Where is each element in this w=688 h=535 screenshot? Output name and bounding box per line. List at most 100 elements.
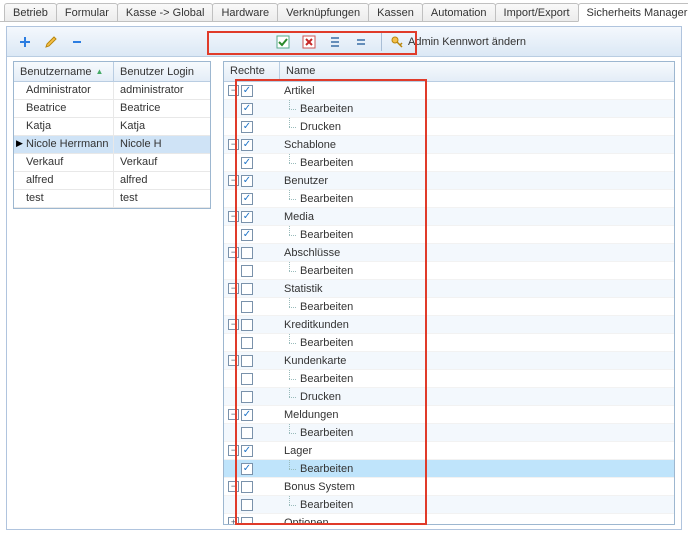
tree-row[interactable]: Drucken	[224, 388, 674, 406]
tree-row[interactable]: − Schablone	[224, 136, 674, 154]
tree-row[interactable]: Bearbeiten	[224, 262, 674, 280]
col-header-rights-label: Rechte	[230, 65, 265, 77]
tree-node-label: Bearbeiten	[300, 373, 353, 385]
tree-node-label: Abschlüsse	[284, 247, 340, 259]
tree-row[interactable]: −Kundenkarte	[224, 352, 674, 370]
tree-row[interactable]: Bearbeiten	[224, 496, 674, 514]
collapse-toggle[interactable]: −	[228, 139, 239, 150]
rights-checkbox[interactable]	[241, 373, 253, 385]
rights-checkbox[interactable]	[241, 319, 253, 331]
expand-toggle[interactable]: +	[228, 517, 239, 525]
rights-checkbox[interactable]	[241, 175, 253, 187]
rights-checkbox[interactable]	[241, 103, 253, 115]
collapse-toggle[interactable]: −	[228, 481, 239, 492]
collapse-toggle[interactable]: −	[228, 319, 239, 330]
rights-checkbox[interactable]	[241, 517, 253, 526]
tree-row[interactable]: Bearbeiten	[224, 226, 674, 244]
rights-checkbox[interactable]	[241, 445, 253, 457]
rights-checkbox[interactable]	[241, 463, 253, 475]
collapse-toggle[interactable]: −	[228, 409, 239, 420]
user-row[interactable]: VerkaufVerkauf	[14, 154, 210, 172]
add-button[interactable]	[15, 32, 35, 52]
rights-checkbox[interactable]	[241, 481, 253, 493]
rights-checkbox[interactable]	[241, 139, 253, 151]
tab-sicherheits-manager[interactable]: Sicherheits Manager	[578, 3, 688, 22]
user-list-pane: Benutzername ▲ Benutzer Login Administra…	[7, 57, 215, 529]
tree-node-label: Schablone	[284, 139, 336, 151]
user-row[interactable]: alfredalfred	[14, 172, 210, 190]
tab-kasse-global[interactable]: Kasse -> Global	[117, 3, 214, 21]
tree-row[interactable]: −Media	[224, 208, 674, 226]
collapse-toggle[interactable]: −	[228, 175, 239, 186]
remove-button[interactable]	[67, 32, 87, 52]
tab-strip: BetriebFormularKasse -> GlobalHardwareVe…	[0, 0, 688, 22]
user-row[interactable]: Administratoradministrator	[14, 82, 210, 100]
tab-verkn-pfungen[interactable]: Verknüpfungen	[277, 3, 369, 21]
rights-checkbox[interactable]	[241, 355, 253, 367]
col-header-username[interactable]: Benutzername ▲	[14, 62, 114, 81]
tree-row[interactable]: Bearbeiten	[224, 100, 674, 118]
rights-checkbox[interactable]	[241, 211, 253, 223]
collapse-toggle[interactable]: −	[228, 211, 239, 222]
collapse-all-button[interactable]	[351, 32, 371, 52]
tree-row[interactable]: − Abschlüsse	[224, 244, 674, 262]
tab-hardware[interactable]: Hardware	[212, 3, 278, 21]
edit-button[interactable]	[41, 32, 61, 52]
rights-checkbox[interactable]	[241, 283, 253, 295]
tree-row[interactable]: Bearbeiten	[224, 154, 674, 172]
collapse-toggle[interactable]: −	[228, 355, 239, 366]
user-row[interactable]: KatjaKatja	[14, 118, 210, 136]
rights-checkbox[interactable]	[241, 301, 253, 313]
uncheck-all-button[interactable]	[299, 32, 319, 52]
tree-row[interactable]: −Meldungen	[224, 406, 674, 424]
rights-checkbox[interactable]	[241, 409, 253, 421]
rights-checkbox[interactable]	[241, 193, 253, 205]
rights-checkbox[interactable]	[241, 157, 253, 169]
user-row[interactable]: testtest	[14, 190, 210, 208]
rights-checkbox[interactable]	[241, 427, 253, 439]
collapse-toggle[interactable]: −	[228, 445, 239, 456]
rights-checkbox[interactable]	[241, 337, 253, 349]
rights-checkbox[interactable]	[241, 85, 253, 97]
tree-row[interactable]: −Kreditkunden	[224, 316, 674, 334]
tree-row[interactable]: Bearbeiten	[224, 334, 674, 352]
tree-row[interactable]: Bearbeiten	[224, 460, 674, 478]
rights-checkbox[interactable]	[241, 121, 253, 133]
tab-automation[interactable]: Automation	[422, 3, 496, 21]
tree-row[interactable]: Bearbeiten	[224, 190, 674, 208]
tree-row[interactable]: −Artikel	[224, 82, 674, 100]
tree-node-label: Statistik	[284, 283, 323, 295]
tab-formular[interactable]: Formular	[56, 3, 118, 21]
rights-checkbox[interactable]	[241, 229, 253, 241]
rights-checkbox[interactable]	[241, 499, 253, 511]
collapse-toggle[interactable]: −	[228, 85, 239, 96]
expand-all-button[interactable]	[325, 32, 345, 52]
collapse-toggle[interactable]: −	[228, 247, 239, 258]
tree-row[interactable]: +Optionen	[224, 514, 674, 525]
tree-connector	[284, 100, 296, 118]
tree-row[interactable]: Bearbeiten	[224, 370, 674, 388]
rights-checkbox[interactable]	[241, 265, 253, 277]
col-header-name[interactable]: Name	[280, 62, 674, 81]
collapse-toggle[interactable]: −	[228, 283, 239, 294]
user-row[interactable]: ▶Nicole HerrmannNicole H	[14, 136, 210, 154]
tree-row[interactable]: Bearbeiten	[224, 298, 674, 316]
tree-row[interactable]: Bearbeiten	[224, 424, 674, 442]
tree-row[interactable]: Drucken	[224, 118, 674, 136]
tree-row[interactable]: −Benutzer	[224, 172, 674, 190]
check-all-button[interactable]	[273, 32, 293, 52]
admin-password-button[interactable]: Admin Kennwort ändern	[386, 33, 530, 51]
user-grid-header: Benutzername ▲ Benutzer Login	[14, 62, 210, 82]
tree-row[interactable]: −Bonus System	[224, 478, 674, 496]
rights-checkbox[interactable]	[241, 391, 253, 403]
tab-kassen[interactable]: Kassen	[368, 3, 423, 21]
col-header-rights[interactable]: Rechte	[224, 62, 280, 81]
tab-betrieb[interactable]: Betrieb	[4, 3, 57, 21]
tree-row[interactable]: − Lager	[224, 442, 674, 460]
tab-import-export[interactable]: Import/Export	[495, 3, 579, 21]
tree-node-label: Lager	[284, 445, 312, 457]
tree-row[interactable]: − Statistik	[224, 280, 674, 298]
col-header-login[interactable]: Benutzer Login	[114, 62, 210, 81]
rights-checkbox[interactable]	[241, 247, 253, 259]
user-row[interactable]: BeatriceBeatrice	[14, 100, 210, 118]
